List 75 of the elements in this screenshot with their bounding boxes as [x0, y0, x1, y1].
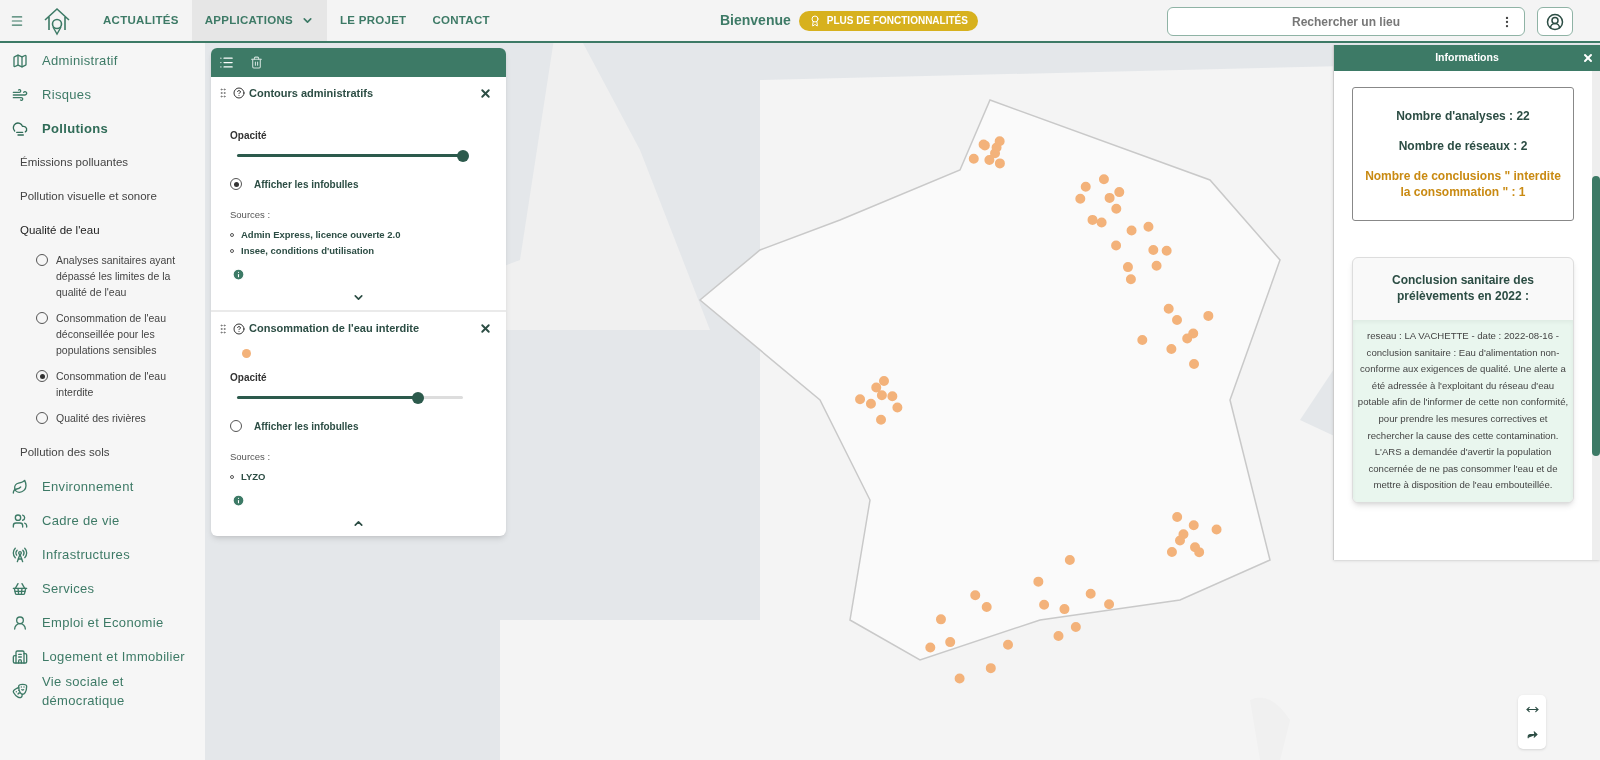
- conclusion-title: Conclusion sanitaire des prélèvements en 2022 :: [1390, 272, 1535, 305]
- layer-title: Contours administratifs: [249, 86, 375, 101]
- sidebar-item[interactable]: Services: [0, 572, 205, 606]
- search-field[interactable]: Rechercher un lieu: [1167, 7, 1525, 36]
- sidebar-item[interactable]: Administratif: [0, 44, 205, 78]
- stat-text: Nombre de réseaux : 2: [1398, 138, 1528, 154]
- list-icon[interactable]: [219, 55, 234, 70]
- slider-thumb[interactable]: [411, 391, 424, 404]
- category-icon: [12, 479, 28, 495]
- nav-tab[interactable]: APPLICATIONS: [191, 0, 327, 41]
- category-icon: [12, 581, 28, 597]
- tooltips-label: Afficher les infobulles: [254, 177, 359, 192]
- nav-tab[interactable]: CONTACT: [419, 0, 503, 41]
- award-icon: [808, 14, 821, 27]
- layer-option-label: Consommation de l'eau déconseillée pour les populations sensibles: [56, 311, 167, 358]
- layer-option-label: Qualité des rivières: [56, 411, 146, 426]
- tooltips-label: Afficher les infobulles: [254, 419, 359, 434]
- sources-label: Sources :: [230, 207, 271, 222]
- opacity-label: Opacité: [230, 128, 267, 143]
- sidebar-item[interactable]: Emploi et Economie: [0, 606, 205, 640]
- category-icon: [12, 649, 28, 665]
- sidebar-subitem[interactable]: Pollution visuelle et sonore: [0, 180, 205, 214]
- logo-icon[interactable]: [42, 5, 72, 36]
- sidebar-subitem[interactable]: Pollution des sols: [0, 436, 205, 470]
- category-icon: [12, 615, 28, 631]
- layer-title: Consommation de l'eau interdite: [249, 321, 421, 337]
- sidebar-item[interactable]: Cadre de vie: [0, 504, 205, 538]
- category-icon: [12, 53, 28, 69]
- info-icon[interactable]: [232, 268, 245, 282]
- panel-title: Informations: [1435, 50, 1499, 66]
- sidebar-item[interactable]: Environnement: [0, 470, 205, 504]
- sidebar-item[interactable]: Vie sociale et démocratique: [0, 674, 205, 708]
- scrollbar[interactable]: [1592, 71, 1600, 560]
- welcome-text: Bienvenue: [720, 11, 791, 30]
- opacity-label: Opacité: [230, 370, 267, 385]
- slider-thumb[interactable]: [457, 149, 469, 162]
- share-icon[interactable]: [1525, 728, 1539, 741]
- source-text: LYZO: [241, 470, 266, 484]
- drag-handle-icon[interactable]: [217, 322, 229, 335]
- sidebar-subitem[interactable]: Émissions polluantes: [0, 146, 205, 180]
- account-button[interactable]: [1537, 7, 1573, 36]
- conclusion-text: reseau : LA VACHETTE - date : 2022-08-16 - conclusion sanitaire : Eau d'alimentation non-conforme aux exigences de qualité. Une alerte a été adressée à l'exploitant du réseau d'eau potable afin de l'informer de cette non conformité, pour prendre les mesures correctives et rechercher la cause des cette contamination. L'ARS a demandée d'avertir la population concernée de ne pas consommer l'eau et de mettre à disposition de l'eau embouteillée.: [1353, 320, 1573, 502]
- nav-tab[interactable]: ACTUALITÉS: [90, 0, 192, 41]
- source-text: Insee, conditions d'utilisation: [241, 244, 375, 258]
- layer-option[interactable]: Analyses sanitaires ayant dépassé les limites de la qualité de l'eau: [0, 252, 205, 300]
- layer-option-label: Consommation de l'eau interdite: [56, 369, 167, 400]
- close-icon[interactable]: [479, 322, 492, 335]
- layer-option[interactable]: Consommation de l'eau déconseillée pour les populations sensibles: [0, 310, 205, 358]
- stat-text: Nombre de conclusions " interdite la consommation " : 1: [1364, 168, 1562, 200]
- info-icon[interactable]: [232, 494, 245, 508]
- sidebar-item[interactable]: Risques: [0, 78, 205, 112]
- help-icon[interactable]: [233, 87, 245, 100]
- close-icon[interactable]: [1582, 52, 1594, 64]
- category-icon: [12, 513, 28, 529]
- menu-icon[interactable]: [10, 13, 24, 28]
- layer-option[interactable]: Qualité des rivières: [0, 410, 205, 426]
- trash-icon[interactable]: [250, 56, 263, 69]
- source-text: Admin Express, licence ouverte 2.0: [241, 227, 401, 242]
- account-icon: [1546, 12, 1564, 31]
- nav-tab[interactable]: LE PROJET: [326, 0, 420, 41]
- sources-label: Sources :: [230, 449, 271, 464]
- sidebar-item[interactable]: Logement et Immobilier: [0, 640, 205, 674]
- stat-text: Nombre d'analyses : 22: [1396, 108, 1530, 124]
- category-icon: [12, 683, 28, 699]
- sidebar-item[interactable]: Pollutions: [0, 112, 205, 146]
- drag-handle-icon[interactable]: [217, 87, 229, 100]
- layer-option[interactable]: Consommation de l'eau interdite: [0, 368, 205, 400]
- help-icon[interactable]: [233, 322, 245, 335]
- close-icon[interactable]: [479, 86, 492, 100]
- category-icon: [12, 121, 28, 137]
- category-icon: [12, 547, 28, 563]
- layer-option-label: Analyses sanitaires ayant dépassé les limites de la qualité de l'eau: [56, 253, 177, 300]
- sidebar-subitem[interactable]: Qualité de l'eau: [0, 214, 205, 248]
- sidebar-item[interactable]: Infrastructures: [0, 538, 205, 572]
- category-icon: [12, 87, 28, 103]
